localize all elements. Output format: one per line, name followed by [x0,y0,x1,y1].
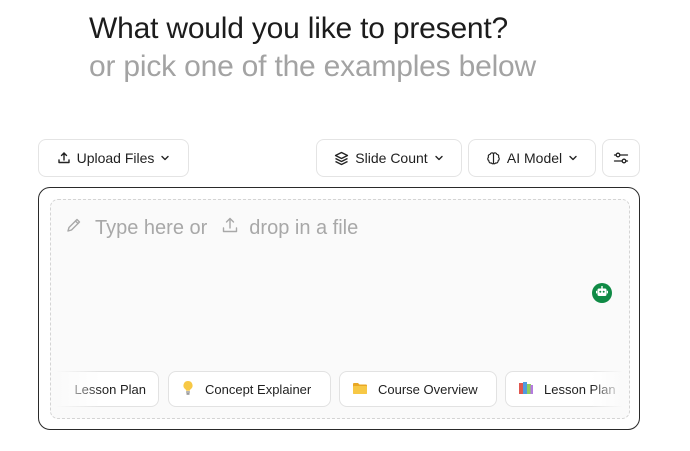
slide-count-label: Slide Count [355,150,428,166]
layers-icon [334,151,349,166]
prompt-text-right: drop in a file [249,216,359,239]
page-subtitle: or pick one of the examples below [89,50,536,83]
page-title: What would you like to present? [89,12,509,45]
example-chip-lesson-plan-2[interactable]: Lesson Plan [505,371,629,407]
example-label: Course Overview [378,381,478,397]
brain-icon [486,151,501,166]
prompt-text-left: Type here or [95,216,208,239]
dropzone[interactable]: Type here or drop in a file Lesson Plan … [50,199,630,419]
example-chip-lesson-plan[interactable]: Lesson Plan [51,371,159,407]
upload-icon [221,216,239,240]
upload-files-button[interactable]: Upload Files [38,139,189,177]
upload-files-label: Upload Files [76,150,155,166]
example-chips: Lesson Plan Concept Explainer Course Ove… [51,371,629,407]
example-label: Concept Explainer [205,381,312,397]
sliders-icon [613,151,629,165]
lightbulb-icon [181,380,195,398]
folder-icon [352,381,368,397]
settings-button[interactable] [602,139,640,177]
prompt-input[interactable]: Type here or drop in a file [65,216,358,240]
books-icon [518,381,534,397]
chevron-down-icon [568,153,578,163]
heading: What would you like to present? or pick … [89,10,536,86]
chevron-down-icon [434,153,444,163]
input-panel: Type here or drop in a file Lesson Plan … [38,187,640,430]
slide-count-button[interactable]: Slide Count [316,139,462,177]
ai-model-button[interactable]: AI Model [468,139,596,177]
example-label: Lesson Plan [544,381,616,397]
pencil-icon [65,216,83,240]
example-label: Lesson Plan [74,381,146,397]
example-chip-course-overview[interactable]: Course Overview [339,371,497,407]
assistant-bot-button[interactable] [592,283,612,303]
robot-icon [596,284,608,302]
example-chip-concept-explainer[interactable]: Concept Explainer [168,371,331,407]
chevron-down-icon [160,153,170,163]
ai-model-label: AI Model [506,150,563,166]
upload-icon [57,151,71,165]
